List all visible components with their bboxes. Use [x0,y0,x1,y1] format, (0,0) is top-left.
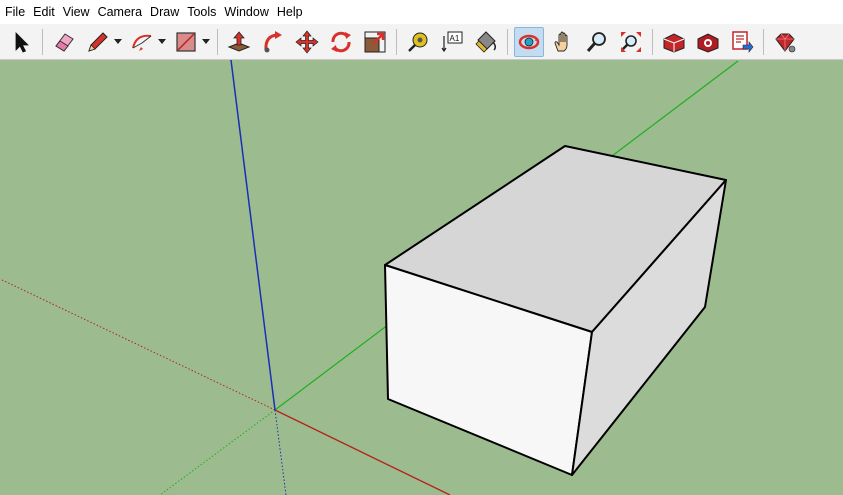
pencil-icon [88,31,108,52]
arc-tool-button[interactable] [127,27,157,57]
eraser-tool-button[interactable] [49,27,79,57]
toolbar-separator [396,28,397,55]
pan-hand-icon [554,31,568,51]
menu-file[interactable]: File [2,0,30,24]
warehouse-icon [663,32,685,53]
rectangle-tool-button[interactable] [171,27,201,57]
red-axis-positive [274,409,451,495]
arrow-cursor-icon [15,31,29,53]
zoom-tool-button[interactable] [582,27,612,57]
move-tool-button[interactable] [292,27,322,57]
scene-canvas[interactable] [0,60,843,495]
menu-tools[interactable]: Tools [184,0,221,24]
toolbar-separator [217,28,218,55]
red-axis-negative [0,278,276,411]
push-pull-icon [227,30,251,52]
move-icon [295,29,319,54]
scale-tool-button[interactable] [360,27,390,57]
rectangle-tool-dropdown[interactable] [201,27,211,57]
rectangle-icon [176,31,196,52]
orbit-tool-button[interactable] [514,26,544,57]
extension-warehouse-icon [697,32,719,53]
toolbar-separator [42,28,43,55]
text-tool-button[interactable]: A1 [437,27,467,57]
toolbar-separator [652,28,653,55]
line-tool-dropdown[interactable] [113,27,123,57]
push-pull-tool-button[interactable] [224,27,254,57]
blue-axis-positive [230,60,276,411]
extension-manager-button[interactable] [770,27,800,57]
green-axis-negative [159,409,276,495]
rotate-icon [331,31,351,52]
toolbar-separator [507,28,508,55]
paint-bucket-icon [475,30,497,53]
zoom-icon [586,31,606,52]
tape-measure-icon [408,32,428,52]
arc-icon [132,34,152,51]
scale-icon [364,31,386,52]
follow-me-tool-button[interactable] [258,27,288,57]
chevron-down-icon [114,38,122,44]
chevron-down-icon [158,38,166,44]
menubar: File Edit View Camera Draw Tools Window … [0,0,843,24]
menu-view[interactable]: View [60,0,95,24]
rotate-tool-button[interactable] [326,27,356,57]
zoom-extents-icon [621,31,641,52]
paint-bucket-tool-button[interactable] [471,27,501,57]
toolbar-separator [763,28,764,55]
modeling-viewport[interactable] [0,60,843,495]
menu-help[interactable]: Help [274,0,308,24]
layout-icon [732,30,754,53]
follow-me-icon [264,30,282,52]
box-group[interactable] [384,145,727,476]
menu-window[interactable]: Window [221,0,273,24]
tape-measure-tool-button[interactable] [403,27,433,57]
zoom-extents-tool-button[interactable] [616,27,646,57]
select-tool-button[interactable] [6,27,36,57]
main-toolbar: A1 [0,24,843,60]
orbit-icon [518,34,540,49]
send-to-layout-button[interactable] [727,27,757,57]
3d-warehouse-button[interactable] [659,27,689,57]
line-tool-button[interactable] [83,27,113,57]
menu-camera[interactable]: Camera [95,0,147,24]
menu-edit[interactable]: Edit [30,0,60,24]
pan-tool-button[interactable] [548,27,578,57]
menu-draw[interactable]: Draw [147,0,184,24]
arc-tool-dropdown[interactable] [157,27,167,57]
extension-warehouse-button[interactable] [693,27,723,57]
ruby-gem-icon [775,33,796,52]
chevron-down-icon [202,38,210,44]
text-tool-glyph: A1 [450,34,460,43]
eraser-icon [55,32,74,52]
text-icon: A1 [441,31,463,52]
blue-axis-negative [274,409,287,495]
